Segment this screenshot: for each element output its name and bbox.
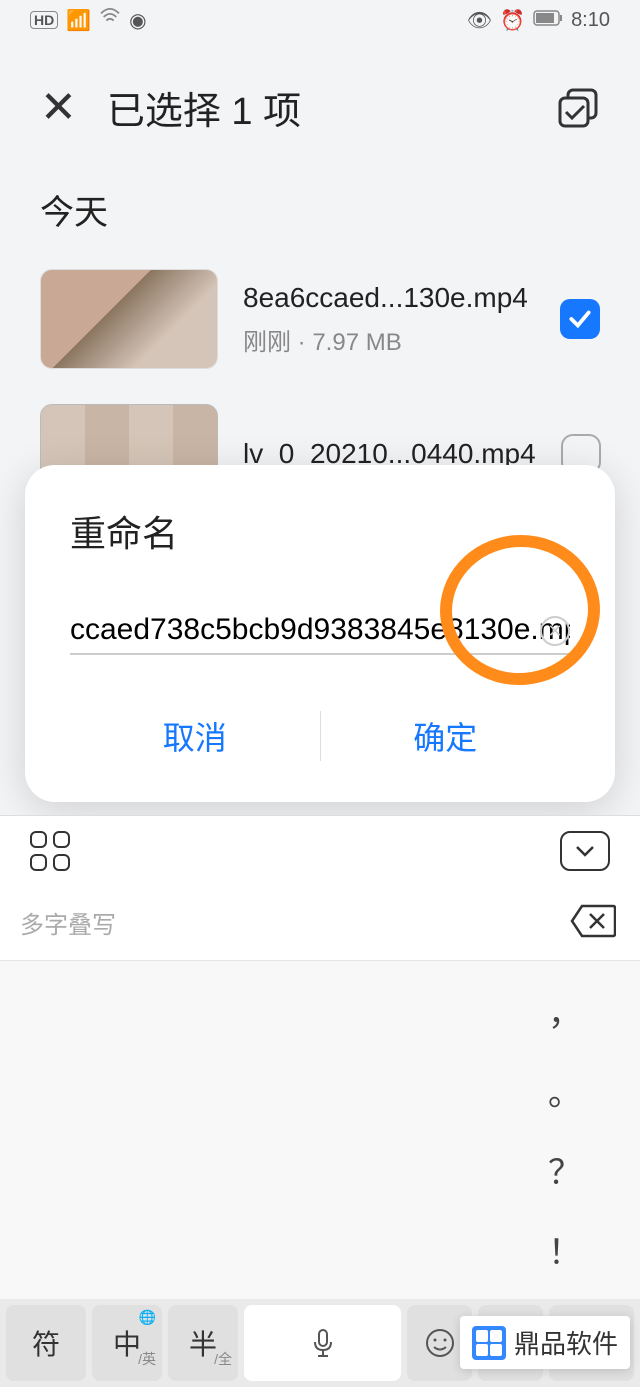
watermark-badge: 鼎品软件 (460, 1316, 630, 1369)
section-today: 今天 (0, 165, 640, 254)
select-all-button[interactable] (556, 86, 600, 130)
punct-key[interactable]: ， (548, 986, 582, 1035)
file-name: 8ea6ccaed...130e.mp4 (243, 282, 535, 314)
backspace-button[interactable] (570, 903, 620, 943)
rename-input[interactable] (70, 607, 570, 655)
width-key[interactable]: 半/全 (168, 1305, 238, 1381)
keyboard-suggestion-bar: 多字叠写 (0, 885, 640, 960)
punct-key[interactable]: ！ (548, 1225, 582, 1274)
watermark-text: 鼎品软件 (514, 1324, 618, 1361)
keyboard-writing-area[interactable]: ， 。 ？ ！ (0, 960, 640, 1299)
punct-key[interactable]: 。 (548, 1066, 582, 1115)
file-checkbox[interactable] (560, 299, 600, 339)
selection-header: ✕ 已选择 1 项 (0, 40, 640, 165)
file-info: 8ea6ccaed...130e.mp4 刚刚 · 7.97 MB (243, 282, 535, 357)
file-meta: 刚刚 · 7.97 MB (243, 322, 535, 357)
hd-badge: HD (30, 11, 58, 29)
watermark-logo-icon (472, 1326, 506, 1360)
battery-icon (533, 9, 563, 32)
close-icon[interactable]: ✕ (40, 82, 77, 133)
file-row[interactable]: 8ea6ccaed...130e.mp4 刚刚 · 7.97 MB (0, 254, 640, 384)
confirm-button[interactable]: 确定 (321, 695, 571, 777)
clock-time: 8:10 (571, 9, 610, 32)
cancel-button[interactable]: 取消 (70, 695, 320, 777)
status-left: HD 📶 ◉ (30, 8, 147, 33)
video-thumbnail (40, 269, 218, 369)
eye-icon: 👁 (467, 8, 492, 33)
status-right: 👁 ⏰ 8:10 (467, 8, 610, 33)
suggestion-hint: 多字叠写 (20, 905, 116, 940)
space-voice-key[interactable] (244, 1305, 401, 1381)
app-grid-icon[interactable] (30, 831, 70, 871)
punctuation-column: ， 。 ？ ！ (530, 971, 600, 1289)
language-key[interactable]: 中/英 🌐 (92, 1305, 162, 1381)
nfc-icon: ◉ (129, 8, 146, 33)
page-title: 已选择 1 项 (107, 80, 301, 135)
dialog-title: 重命名 (70, 505, 570, 557)
punct-key[interactable]: ？ (548, 1145, 582, 1194)
rename-dialog: 重命名 ✕ 取消 确定 (25, 465, 615, 802)
symbol-key[interactable]: 符 (6, 1305, 86, 1381)
collapse-keyboard-button[interactable] (560, 831, 610, 871)
clear-input-button[interactable]: ✕ (540, 616, 570, 646)
wifi-icon (99, 8, 121, 32)
keyboard-toolbar (0, 815, 640, 885)
signal-icon: 📶 (66, 8, 91, 33)
alarm-icon: ⏰ (500, 8, 525, 33)
status-bar: HD 📶 ◉ 👁 ⏰ 8:10 (0, 0, 640, 40)
